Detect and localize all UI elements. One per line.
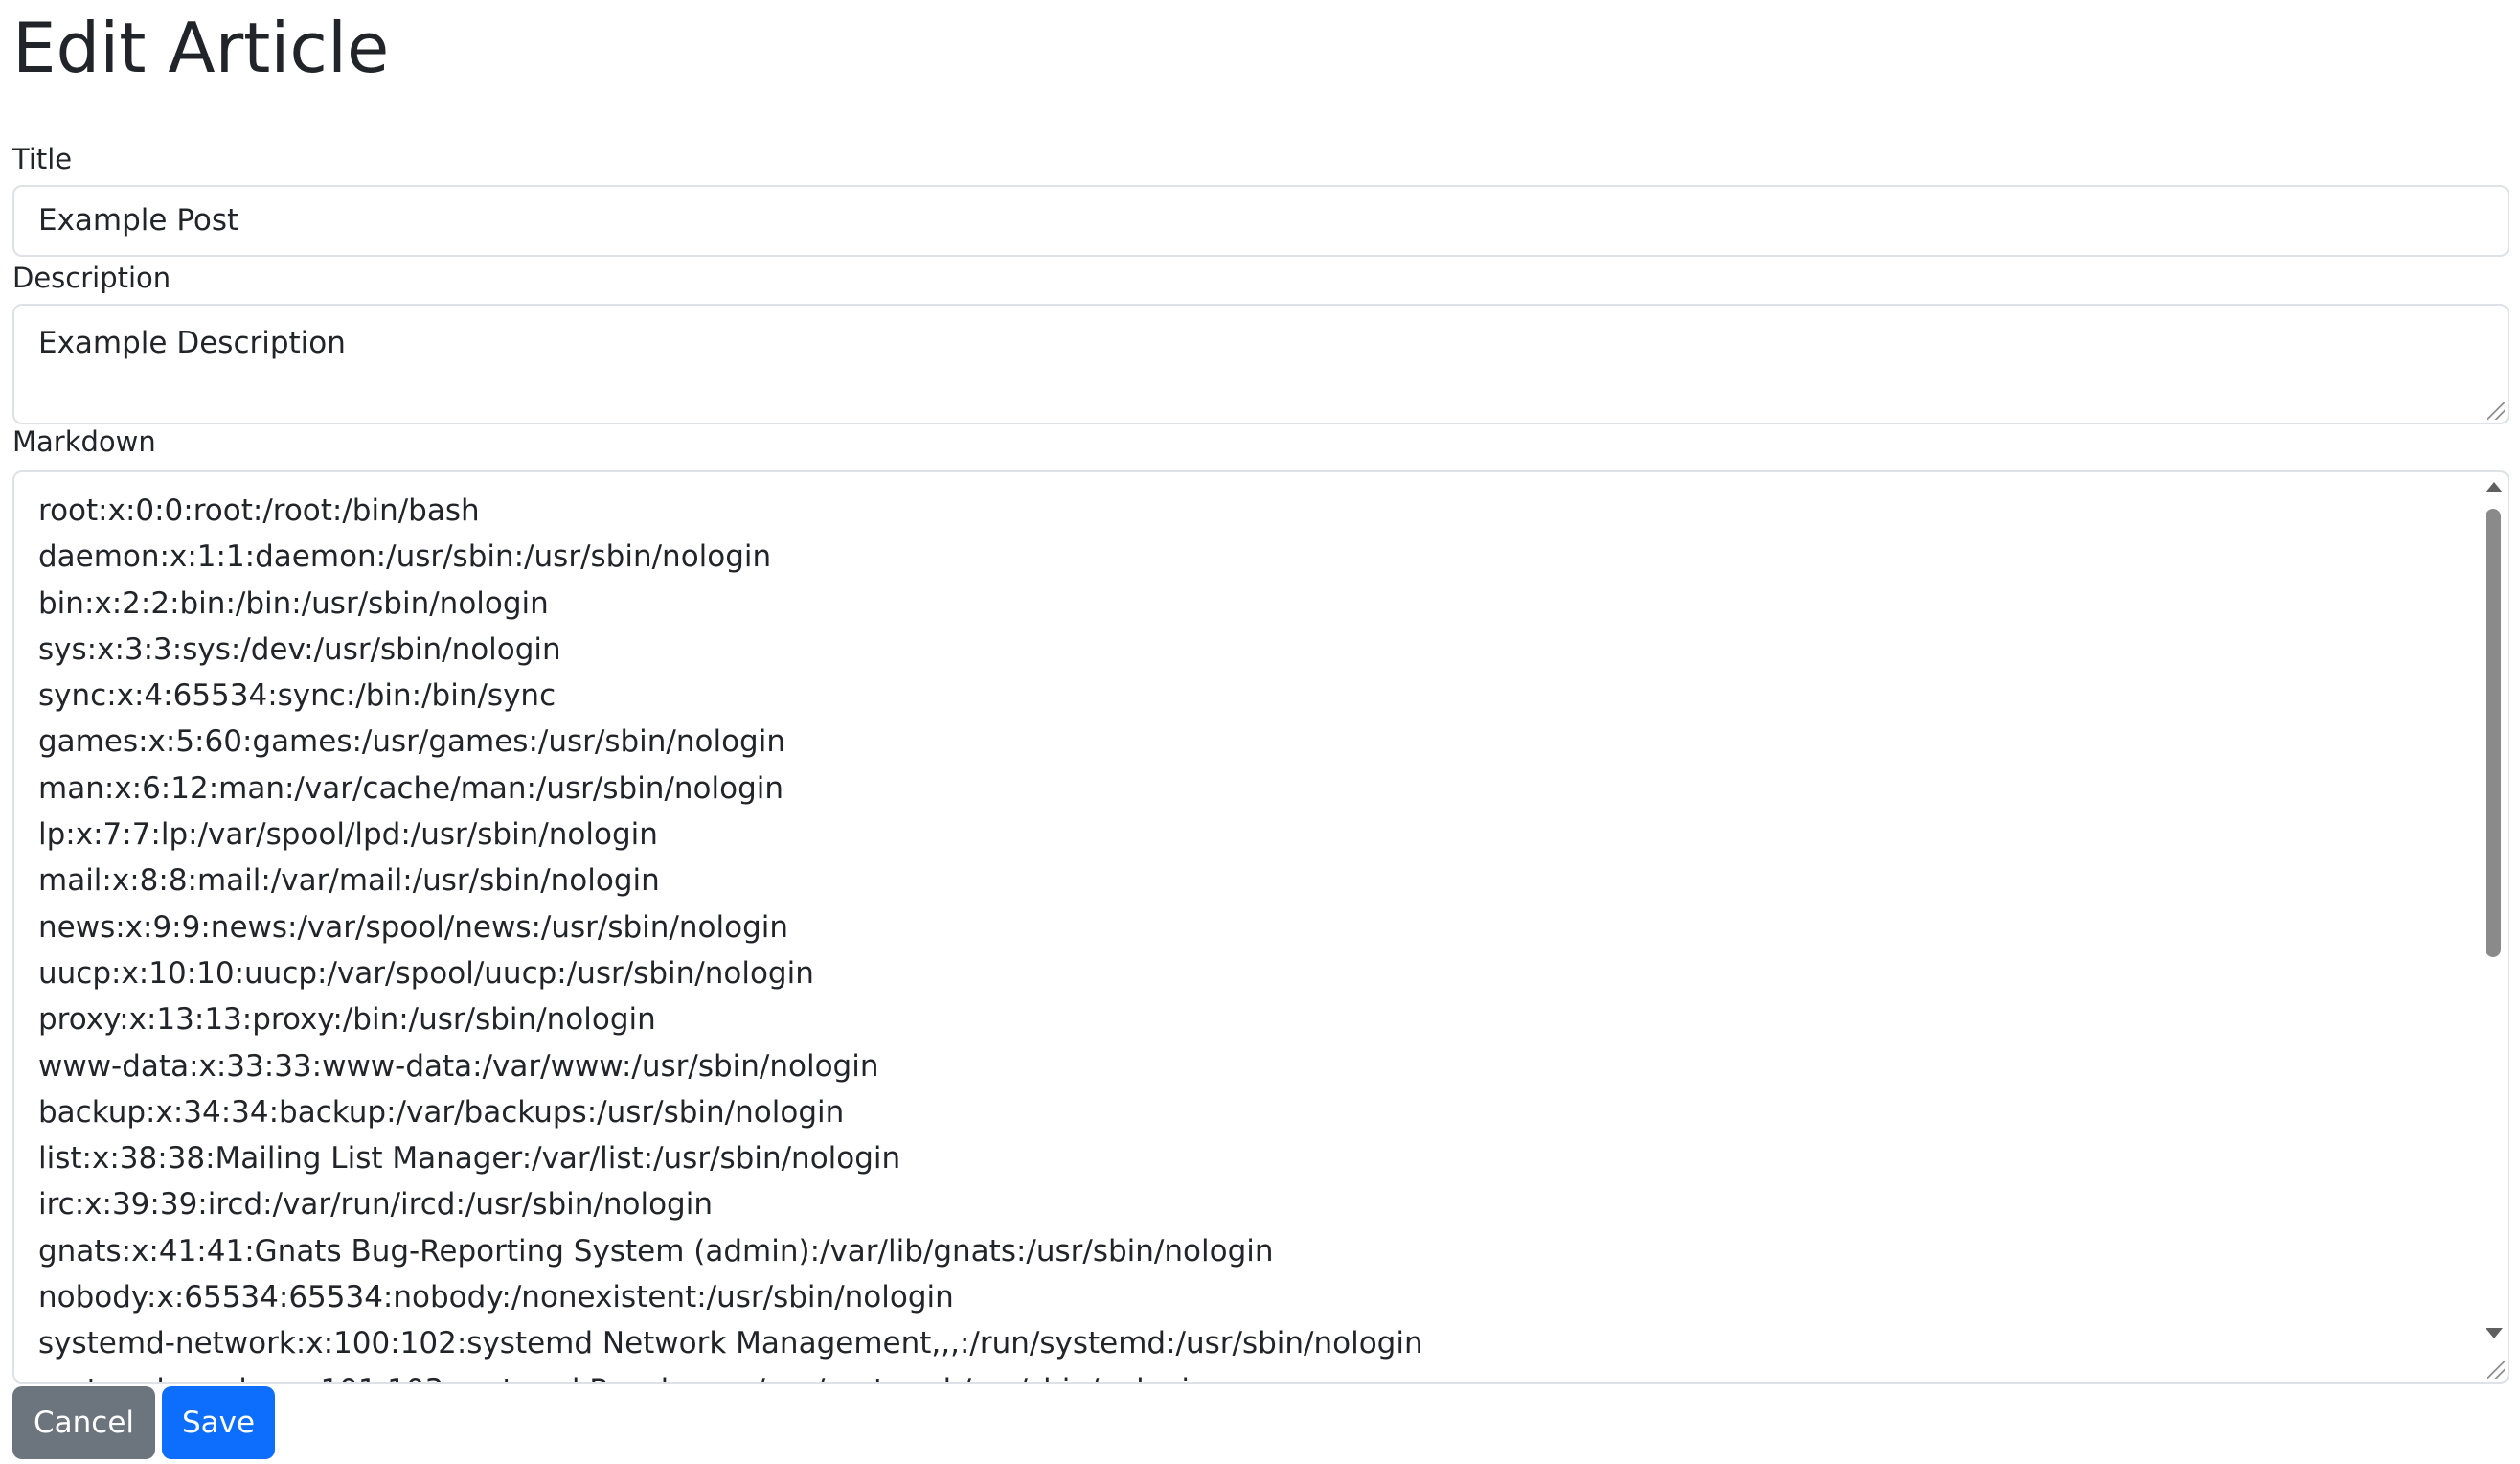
markdown-line: irc:x:39:39:ircd:/var/run/ircd:/usr/sbin… <box>38 1187 713 1223</box>
markdown-line: news:x:9:9:news:/var/spool/news:/usr/sbi… <box>38 909 789 945</box>
title-input[interactable]: Example Post <box>12 185 2509 257</box>
markdown-textarea-content: root:x:0:0:root:/root:/bin/bash daemon:x:… <box>38 488 1423 1382</box>
markdown-line: root:x:0:0:root:/root:/bin/bash <box>38 493 480 528</box>
scrollbar-thumb[interactable] <box>2486 509 2501 957</box>
markdown-line: systemd-network:x:100:102:systemd Networ… <box>38 1326 1423 1361</box>
markdown-line: www-data:x:33:33:www-data:/var/www:/usr/… <box>38 1048 879 1084</box>
markdown-line: lp:x:7:7:lp:/var/spool/lpd:/usr/sbin/nol… <box>38 817 658 853</box>
markdown-line: gnats:x:41:41:Gnats Bug-Reporting System… <box>38 1233 1274 1269</box>
markdown-line: sync:x:4:65534:sync:/bin:/bin/sync <box>38 678 556 714</box>
markdown-line: man:x:6:12:man:/var/cache/man:/usr/sbin/… <box>38 770 784 806</box>
title-label: Title <box>12 143 73 175</box>
markdown-label: Markdown <box>12 425 156 458</box>
title-input-value: Example Post <box>38 203 239 238</box>
cancel-button[interactable]: Cancel <box>12 1386 155 1459</box>
resize-grip-icon[interactable] <box>2487 1361 2505 1379</box>
markdown-line: nobody:x:65534:65534:nobody:/nonexistent… <box>38 1280 954 1315</box>
scroll-down-arrow-icon[interactable] <box>2486 1328 2503 1338</box>
markdown-line: systemd-resolve:x:101:103:systemd Resolv… <box>38 1367 1423 1382</box>
markdown-textarea[interactable]: root:x:0:0:root:/root:/bin/bash daemon:x:… <box>12 470 2509 1384</box>
markdown-line: games:x:5:60:games:/usr/games:/usr/sbin/… <box>38 724 785 760</box>
markdown-line: daemon:x:1:1:daemon:/usr/sbin:/usr/sbin/… <box>38 539 772 575</box>
description-textarea[interactable]: Example Description <box>12 304 2509 424</box>
markdown-line: bin:x:2:2:bin:/bin:/usr/sbin/nologin <box>38 585 549 621</box>
scroll-up-arrow-icon[interactable] <box>2486 482 2503 492</box>
markdown-line: sys:x:3:3:sys:/dev:/usr/sbin/nologin <box>38 631 561 667</box>
markdown-scrollbar[interactable] <box>2481 472 2506 1382</box>
description-label: Description <box>12 262 171 294</box>
markdown-line: proxy:x:13:13:proxy:/bin:/usr/sbin/nolog… <box>38 1002 656 1038</box>
page-title: Edit Article <box>12 8 390 88</box>
save-button[interactable]: Save <box>162 1386 275 1459</box>
resize-grip-icon[interactable] <box>2487 402 2505 420</box>
markdown-line: list:x:38:38:Mailing List Manager:/var/l… <box>38 1141 901 1177</box>
markdown-line: uucp:x:10:10:uucp:/var/spool/uucp:/usr/s… <box>38 955 814 991</box>
markdown-line: backup:x:34:34:backup:/var/backups:/usr/… <box>38 1094 845 1130</box>
description-textarea-value: Example Description <box>38 326 346 360</box>
edit-article-page: Edit Article Title Example Post Descript… <box>0 0 2520 1464</box>
markdown-line: mail:x:8:8:mail:/var/mail:/usr/sbin/nolo… <box>38 863 660 899</box>
